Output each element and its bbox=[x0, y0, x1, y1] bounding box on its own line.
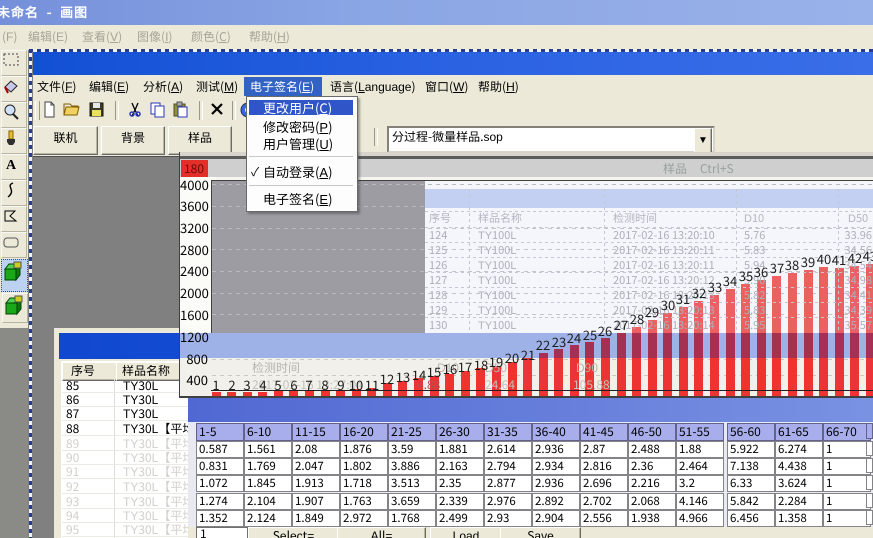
svg-text:A: A bbox=[6, 158, 17, 173]
